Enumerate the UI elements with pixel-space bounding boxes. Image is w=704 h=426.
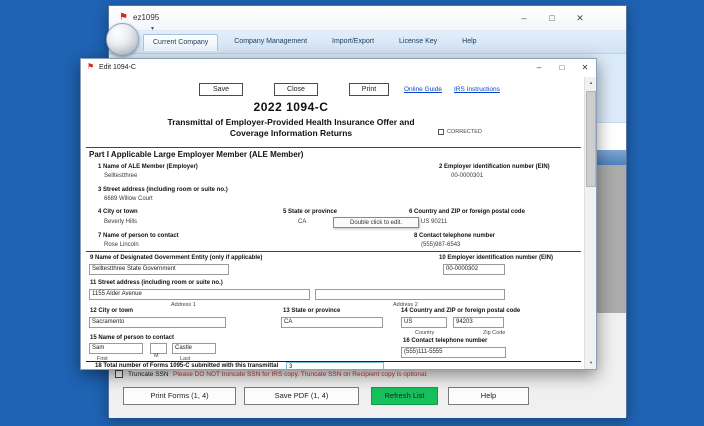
field18-label: 18 Total number of Forms 1095-C submitte…	[95, 363, 279, 369]
print-button[interactable]: Print	[349, 83, 389, 96]
corrected-label: CORRECTED	[447, 129, 482, 135]
field11-address1-input[interactable]: 1155 Alder Avenue	[89, 289, 310, 300]
field7-label: 7 Name of person to contact	[98, 233, 179, 239]
dialog-titlebar[interactable]: ⚑ Edit 1094-C – □ ✕	[81, 59, 596, 77]
field7-value[interactable]: Rose Lincoln	[104, 242, 139, 248]
tab-import-export[interactable]: Import/Export	[323, 34, 383, 51]
close-icon[interactable]: ✕	[567, 10, 593, 27]
field4-label: 4 City or town	[98, 209, 138, 215]
truncate-warning-text: Please DO NOT truncate SSN for IRS copy.…	[173, 371, 428, 378]
field16-input[interactable]: (555)111-5555	[401, 347, 506, 358]
tab-current-company[interactable]: Current Company	[143, 34, 219, 51]
address1-sublabel: Address 1	[171, 302, 196, 308]
field15-label: 15 Name of person to contact	[90, 335, 175, 341]
dialog-flag-icon: ⚑	[87, 62, 95, 71]
edit-1094c-dialog: ⚑ Edit 1094-C – □ ✕ Save Close Print Onl…	[80, 58, 597, 370]
field13-input[interactable]: CA	[281, 317, 383, 328]
divider	[86, 251, 581, 252]
field15-last-input[interactable]: Castle	[172, 343, 216, 354]
field13-label: 13 State or province	[283, 308, 341, 314]
field2-label: 2 Employer identification number (EIN)	[439, 164, 550, 170]
field1-value[interactable]: Selltestthree	[104, 173, 137, 179]
field6-label: 6 Country and ZIP or foreign postal code	[409, 209, 525, 215]
field15-first-input[interactable]: Sam	[89, 343, 143, 354]
irs-instructions-link[interactable]: IRS Instructions	[454, 86, 500, 93]
form-title: 2022 1094-C	[253, 100, 329, 114]
field18-input[interactable]: 3	[286, 362, 384, 369]
tab-help[interactable]: Help	[453, 34, 485, 51]
save-button[interactable]: Save	[199, 83, 243, 96]
field1-label: 1 Name of ALE Member (Employer)	[98, 164, 198, 170]
tab-license-key[interactable]: License Key	[390, 34, 446, 51]
field5-label: 5 State or province	[283, 209, 338, 215]
field12-label: 12 City or town	[90, 308, 134, 314]
field14-zip-input[interactable]: 94203	[453, 317, 504, 328]
print-forms-button[interactable]: Print Forms (1, 4)	[123, 387, 236, 405]
dialog-close-icon[interactable]: ✕	[577, 62, 593, 74]
divider	[86, 147, 581, 148]
field5-value[interactable]: CA	[298, 219, 306, 225]
field2-value[interactable]: 00-0000301	[451, 173, 483, 179]
field6-value[interactable]: US 90211	[421, 219, 447, 225]
form-subtitle-line1: Transmittal of Employer-Provided Health …	[167, 117, 415, 127]
scrollbar-thumb[interactable]	[586, 91, 596, 187]
truncate-ssn-checkbox[interactable]	[115, 370, 123, 378]
field14-label: 14 Country and ZIP or foreign postal cod…	[401, 308, 521, 314]
desktop: ⚑ ez1095 – □ ✕ ▾ Current Company Company…	[0, 0, 704, 426]
ribbon-tab-row: ▾ Current Company Company Management Imp…	[109, 26, 626, 54]
scroll-up-icon[interactable]: ▲	[585, 77, 596, 89]
field4-value[interactable]: Beverly Hills	[104, 219, 137, 225]
minimize-icon[interactable]: –	[511, 10, 537, 27]
save-pdf-button[interactable]: Save PDF (1, 4)	[244, 387, 359, 405]
field3-value[interactable]: 6689 Willow Court	[104, 196, 153, 202]
field16-label: 16 Contact telephone number	[403, 338, 488, 344]
main-window-title: ez1095	[133, 13, 160, 22]
part1-heading: Part I Applicable Large Employer Member …	[89, 150, 304, 159]
field9-input[interactable]: Selltestthree State Government	[89, 264, 229, 275]
refresh-list-button[interactable]: Refresh List	[371, 387, 438, 405]
dialog-maximize-icon[interactable]: □	[554, 62, 570, 74]
middle-sublabel: M	[154, 353, 159, 359]
field14-country-input[interactable]: US	[401, 317, 447, 328]
field12-input[interactable]: Sacramento	[89, 317, 226, 328]
truncate-ssn-label: Truncate SSN	[128, 371, 169, 378]
edit-tooltip: Double click to edit.	[333, 217, 419, 228]
app-flag-icon: ⚑	[119, 12, 128, 23]
field10-input[interactable]: 00-0000302	[443, 264, 505, 275]
application-orb-button[interactable]	[106, 23, 139, 56]
country-sublabel: Country	[415, 330, 435, 336]
field8-value[interactable]: (555)987-6543	[421, 242, 460, 248]
maximize-icon[interactable]: □	[539, 10, 565, 27]
close-button[interactable]: Close	[274, 83, 318, 96]
help-button[interactable]: Help	[448, 387, 529, 405]
field11-label: 11 Street address (including room or sui…	[90, 280, 223, 286]
field3-label: 3 Street address (including room or suit…	[98, 187, 228, 193]
field11-address2-input[interactable]	[315, 289, 505, 300]
scroll-down-icon[interactable]: ▼	[585, 357, 596, 369]
corrected-checkbox[interactable]	[438, 129, 444, 135]
dialog-scrollbar[interactable]: ▲ ▼	[584, 77, 596, 369]
dialog-minimize-icon[interactable]: –	[531, 62, 547, 74]
field10-label: 10 Employer identification number (EIN)	[439, 255, 554, 261]
field9-label: 9 Name of Designated Government Entity (…	[90, 255, 263, 261]
dialog-title: Edit 1094-C	[99, 64, 136, 71]
main-titlebar[interactable]: ⚑ ez1095 – □ ✕	[109, 6, 626, 31]
quick-access-arrow-icon[interactable]: ▾	[151, 25, 154, 32]
tab-company-management[interactable]: Company Management	[225, 34, 316, 51]
field8-label: 8 Contact telephone number	[414, 233, 496, 239]
zipcode-sublabel: Zip Code	[483, 330, 506, 336]
online-guide-link[interactable]: Online Guide	[404, 86, 442, 93]
